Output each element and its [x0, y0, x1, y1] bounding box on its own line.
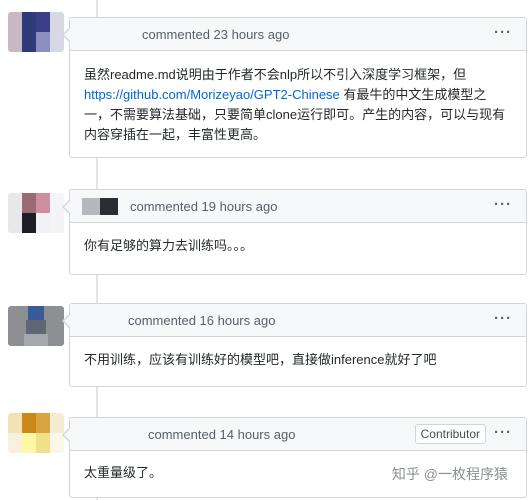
repo-link[interactable]: https://github.com/Morizeyao/GPT2-Chines… [84, 87, 340, 102]
more-options-icon[interactable]: ··· [494, 24, 512, 41]
author-name[interactable] [100, 198, 118, 215]
avatar[interactable] [8, 413, 64, 453]
more-options-icon[interactable]: ··· [494, 424, 512, 441]
comment-text: 你有足够的算力去训练吗。。。 [84, 238, 254, 253]
comment-header: commented 16 hours ago ··· [62, 304, 526, 337]
comment-timestamp[interactable]: commented 16 hours ago [128, 313, 275, 328]
more-options-icon[interactable]: ··· [494, 310, 512, 327]
comment-header: commented 19 hours ago ··· [62, 190, 526, 223]
comment-body: 虽然readme.md说明由于作者不会nlp所以不引入深度学习框架，但 https… [70, 51, 526, 159]
more-options-icon[interactable]: ··· [494, 196, 512, 213]
comment-timestamp[interactable]: commented 14 hours ago [148, 427, 295, 442]
comment-card: commented 23 hours ago ··· 虽然readme.md说明… [62, 17, 527, 159]
comment-text: 不用训练，应该有训练好的模型吧，直接做inference就好了吧 [84, 352, 437, 367]
comment-card: commented 19 hours ago ··· 你有足够的算力去训练吗。。… [62, 189, 527, 275]
comment-timestamp[interactable]: commented 23 hours ago [142, 27, 289, 42]
comment-header: commented 23 hours ago ··· [62, 18, 526, 51]
contributor-badge: Contributor [414, 424, 486, 444]
comment-card: commented 14 hours ago Contributor ··· 太… [62, 417, 527, 498]
avatar[interactable] [8, 193, 64, 233]
comment-body: 你有足够的算力去训练吗。。。 [70, 223, 526, 270]
comment-header: commented 14 hours ago Contributor ··· [62, 418, 526, 451]
comment-text: 虽然readme.md说明由于作者不会nlp所以不引入深度学习框架，但 [84, 67, 467, 82]
avatar[interactable] [8, 12, 64, 52]
watermark: 知乎 @一枚程序猿 [391, 466, 508, 482]
author-name[interactable] [82, 198, 100, 215]
comment-card: commented 16 hours ago ··· 不用训练，应该有训练好的模… [62, 303, 527, 387]
comment-text: 太重量级了。 [84, 465, 163, 480]
comment-timestamp[interactable]: commented 19 hours ago [130, 199, 277, 214]
comment-body: 不用训练，应该有训练好的模型吧，直接做inference就好了吧 [70, 337, 526, 384]
avatar[interactable] [8, 306, 64, 346]
